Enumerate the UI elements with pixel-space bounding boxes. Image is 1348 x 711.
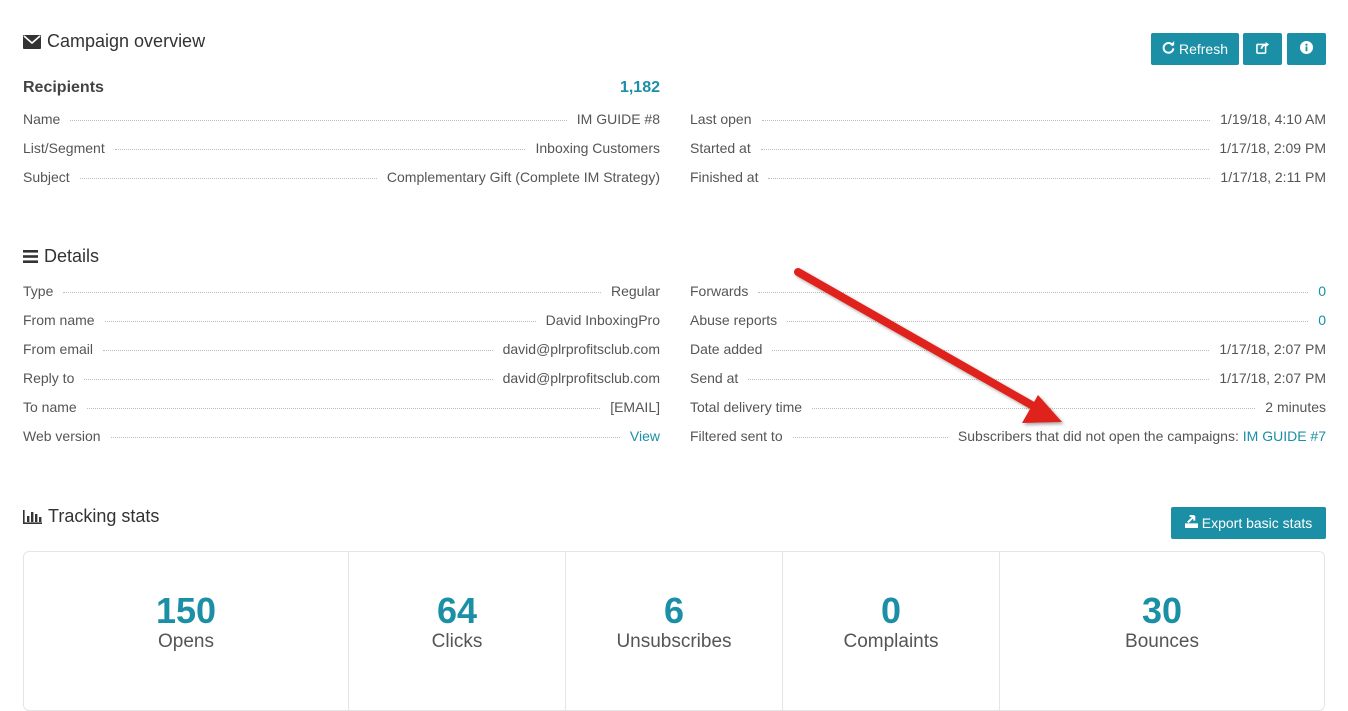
stat-label: Opens [158,631,214,652]
campaign-overview-title: Campaign overview [23,31,205,52]
red-arrow-annotation [794,268,1062,423]
dotted-leader [114,149,526,150]
web-version-link[interactable]: View [630,428,660,444]
details-title: Details [23,246,99,267]
envelope-icon [23,34,41,49]
tracking-stats-title: Tracking stats [23,506,159,527]
overview-row-subject: Subject Complementary Gift (Complete IM S… [23,169,660,185]
dotted-leader [84,379,493,380]
overview-row-name: Name IM GUIDE #8 [23,111,660,127]
stat-clicks[interactable]: 64 Clicks [349,552,566,710]
dotted-leader [103,350,493,351]
dotted-leader [79,178,377,179]
stat-label: Bounces [1125,631,1199,652]
abuse-reports-link[interactable]: 0 [1318,312,1326,328]
dotted-leader [761,120,1211,121]
dotted-leader [760,149,1210,150]
details-row-from-name: From name David InboxingPro [23,312,660,328]
forwards-link[interactable]: 0 [1318,283,1326,299]
stat-value: 6 [663,590,685,631]
dotted-leader [104,321,536,322]
tracking-stats-panel: 150 Opens 64 Clicks 6 Unsubscribes 0 Com… [23,551,1325,711]
overview-row-last-open: Last open 1/19/18, 4:10 AM [690,111,1326,127]
overview-row-finished-at: Finished at 1/17/18, 2:11 PM [690,169,1326,185]
stat-complaints[interactable]: 0 Complaints [783,552,1000,710]
details-row-from-email: From email david@plrprofitsclub.com [23,341,660,357]
export-basic-stats-button[interactable]: Export basic stats [1171,507,1326,539]
details-row-reply-to: Reply to david@plrprofitsclub.com [23,370,660,386]
stat-label: Unsubscribes [616,631,732,652]
dotted-leader [70,120,567,121]
export-icon [1184,514,1198,531]
dotted-leader [63,292,601,293]
bar-chart-icon [23,509,42,524]
stat-value: 30 [1141,590,1183,631]
stat-label: Clicks [431,631,483,652]
details-row-web-version: Web version View [23,428,660,444]
stat-bounces[interactable]: 30 Bounces [1000,552,1324,710]
list-icon [23,250,38,263]
stat-value: 0 [880,590,902,631]
filtered-campaign-link[interactable]: IM GUIDE #7 [1243,428,1326,444]
stat-label: Complaints [843,631,939,652]
recipients-label: Recipients [23,79,104,96]
overview-row-started-at: Started at 1/17/18, 2:09 PM [690,140,1326,156]
dotted-leader [110,437,620,438]
stat-value: 64 [436,590,478,631]
refresh-icon [1162,41,1175,57]
recipients-count: 1,182 [619,79,660,96]
share-button[interactable] [1243,33,1282,65]
stat-opens[interactable]: 150 Opens [24,552,349,710]
details-row-type: Type Regular [23,283,660,299]
details-row-to-name: To name [EMAIL] [23,399,660,415]
refresh-button[interactable]: Refresh [1151,33,1239,65]
stat-value: 150 [155,590,217,631]
info-icon [1300,41,1313,57]
share-icon [1255,41,1270,57]
dotted-leader [768,178,1211,179]
info-button[interactable] [1287,33,1326,65]
overview-row-list-segment: List/Segment Inboxing Customers [23,140,660,156]
stat-unsubscribes[interactable]: 6 Unsubscribes [566,552,783,710]
dotted-leader [86,408,601,409]
